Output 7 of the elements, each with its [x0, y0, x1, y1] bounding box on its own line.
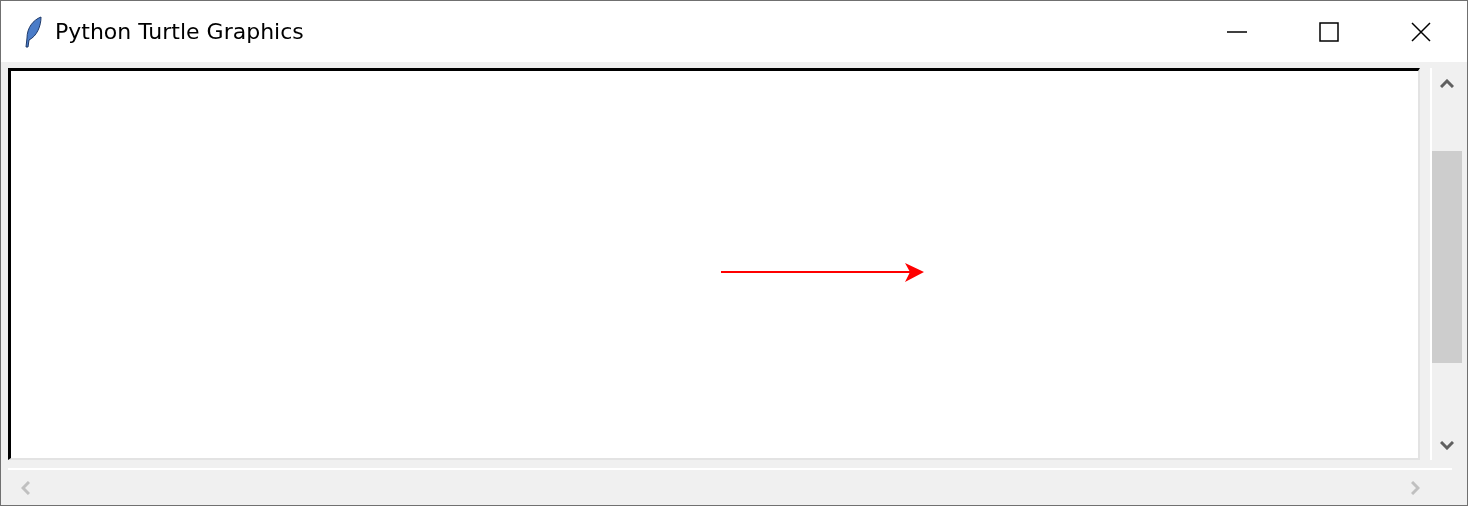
scroll-down-icon[interactable] — [1440, 440, 1454, 450]
scroll-up-icon[interactable] — [1440, 78, 1454, 88]
scrollbar-thumb[interactable] — [1432, 151, 1462, 363]
feather-icon — [23, 15, 43, 48]
maximize-icon[interactable] — [1319, 21, 1339, 42]
window-title: Python Turtle Graphics — [55, 19, 305, 44]
close-icon[interactable] — [1411, 21, 1431, 42]
